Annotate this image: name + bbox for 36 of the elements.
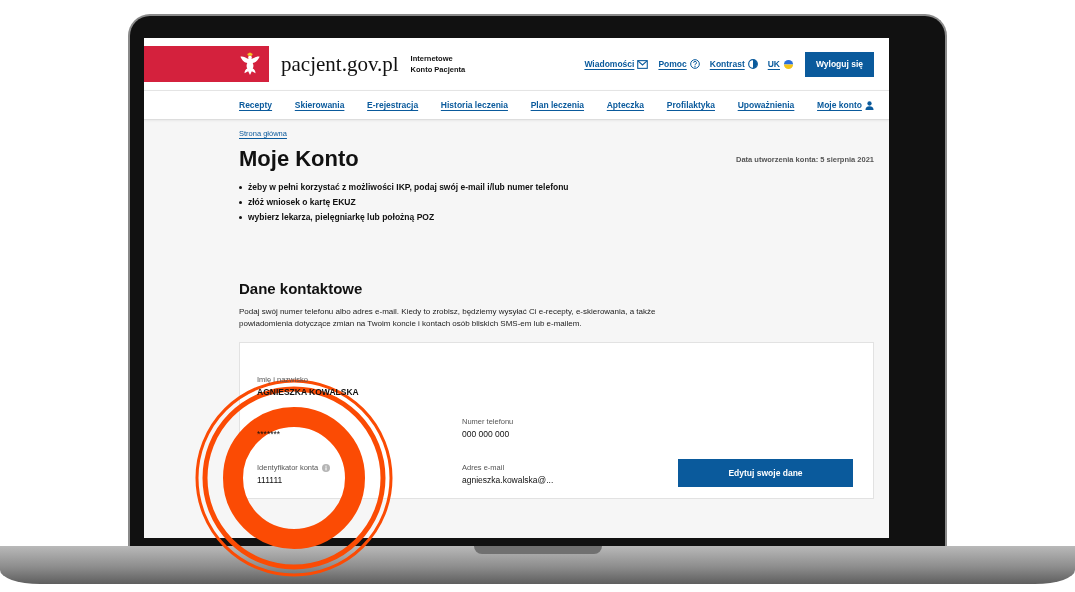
section-description: Podaj swój numer telefonu albo adres e-mail. Kiedy to zrobisz, będziemy wysyłać Ci e-recepty, e-skierowania, a także powiadomienia dotyczące zmian na Twoim koncie i kontach osób bliskich SMS-em lub e-mailem.	[239, 306, 657, 330]
header-link[interactable]: Wiadomości	[584, 59, 649, 69]
bullet-dot	[239, 200, 242, 204]
bullet-dot	[239, 185, 242, 189]
contrast-icon	[747, 59, 758, 69]
field-value: agnieszka.kowalska@...	[462, 475, 554, 485]
info-icon[interactable]	[322, 463, 331, 472]
nav-link[interactable]: Moje konto	[817, 100, 874, 110]
field-value: 000 000 000	[462, 429, 511, 439]
header-link[interactable]: UK	[767, 58, 794, 70]
bullet-dot	[239, 215, 242, 219]
eagle-icon	[239, 52, 261, 76]
logout-button[interactable]: Wyloguj się	[805, 51, 874, 77]
bullet-text: żeby w pełni korzystać z możliwości IKP, podaj swój e-mail i/lub numer telefonu	[248, 182, 569, 192]
field-value: *******	[257, 429, 281, 439]
nav-link[interactable]: Upoważnienia	[737, 100, 795, 110]
mail-icon	[637, 59, 649, 69]
field-value: 111111	[257, 475, 284, 485]
help-icon	[689, 59, 700, 69]
section-heading: Dane kontaktowe	[239, 280, 364, 297]
person-icon	[864, 100, 874, 110]
nav-link[interactable]: Recepty	[239, 100, 273, 110]
header-link[interactable]: Kontrast	[709, 59, 758, 69]
page-title: Moje Konto	[239, 146, 359, 172]
nav-link[interactable]: Plan leczenia	[530, 100, 585, 110]
nav-link[interactable]: Apteczka	[606, 100, 645, 110]
bullet-text: złóż wniosek o kartę EKUZ	[248, 197, 356, 207]
flag-icon	[783, 58, 794, 70]
bullet-text: wybierz lekarza, pielęgniarkę lub położną POZ	[248, 212, 435, 222]
site-logo-text: pacjent.gov.pl	[281, 51, 399, 77]
nav-link[interactable]: Profilaktyka	[666, 100, 715, 110]
edit-data-button[interactable]: Edytuj swoje dane	[678, 459, 853, 487]
header-link[interactable]: Pomoc	[658, 59, 700, 69]
nav-link[interactable]: Skierowania	[294, 100, 345, 110]
nav-link[interactable]: Historia leczenia	[440, 100, 508, 110]
nav-link[interactable]: E-rejestracja	[367, 100, 419, 110]
